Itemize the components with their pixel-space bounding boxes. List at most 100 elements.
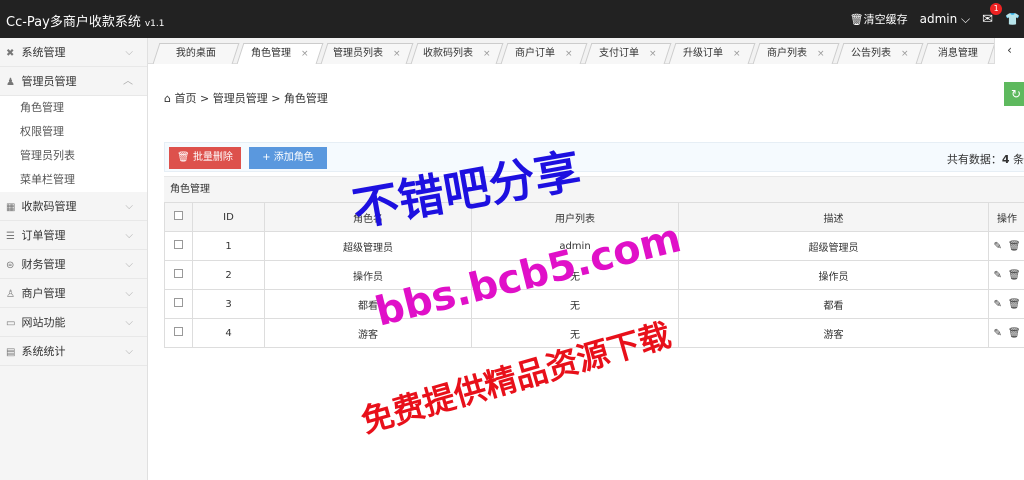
tab-roles[interactable]: 角色管理 × <box>236 43 324 64</box>
sidebar-item-stats[interactable]: ▤ 系统统计 ⌵ <box>0 337 147 366</box>
sidebar-item-site[interactable]: ▭ 网站功能 ⌵ <box>0 308 147 337</box>
edit-icon[interactable]: ✎ <box>993 241 1001 252</box>
brand[interactable]: Cc-Pay多商户收款系统 v1.1 <box>6 11 164 30</box>
edit-icon[interactable]: ✎ <box>993 270 1001 281</box>
refresh-button[interactable]: ↻ <box>1004 82 1024 106</box>
version-label: v1.1 <box>144 19 165 29</box>
tab-label: 管理员列表 <box>333 48 384 59</box>
sidebar-item-label: 财务管理 <box>21 258 66 271</box>
edit-icon[interactable]: ✎ <box>993 328 1001 339</box>
sidebar-item-label: 商户管理 <box>21 287 66 300</box>
chevron-down-icon: ⌵ <box>961 11 971 26</box>
chevron-up-icon: ︿ <box>123 76 133 87</box>
chevron-down-icon: ⌵ <box>125 346 133 357</box>
sidebar-item-label: 管理员管理 <box>21 75 77 88</box>
row-checkbox[interactable] <box>174 269 183 278</box>
cell-role-name: 都看 <box>264 289 472 319</box>
top-navbar: Cc-Pay多商户收款系统 v1.1 🗑清空缓存 admin ⌵ ✉ 1 👕 <box>0 0 1024 38</box>
add-role-label: 添加角色 <box>273 152 314 163</box>
wrench-icon: ✖ <box>6 48 15 59</box>
clear-cache-button[interactable]: 🗑清空缓存 <box>850 11 908 27</box>
header-role-name: 角色名 <box>264 202 472 232</box>
breadcrumb-roles: 角色管理 <box>283 92 328 105</box>
tab-desktop[interactable]: 我的桌面 <box>152 43 240 64</box>
tab-scroll-left[interactable]: ‹ <box>994 38 1024 64</box>
tab-admin-list[interactable]: 管理员列表 × <box>320 43 414 64</box>
cell-actions: ✎ 🗑 <box>988 260 1024 290</box>
tab-bar: 我的桌面 角色管理 × 管理员列表 × 收款码列表 × 商户订单 × 支付订单 × 升级订… <box>148 38 1024 64</box>
chevron-down-icon: ⌵ <box>125 201 133 212</box>
sidebar-item-label: 网站功能 <box>21 316 66 329</box>
add-role-button[interactable]: + 添加角色 <box>249 147 327 169</box>
plus-icon: + <box>262 152 271 163</box>
cell-id: 3 <box>192 289 265 319</box>
user-menu[interactable]: admin ⌵ <box>920 12 971 27</box>
cell-description: 都看 <box>678 289 989 319</box>
cell-role-name: 超级管理员 <box>264 231 472 261</box>
row-checkbox[interactable] <box>174 240 183 249</box>
chevron-down-icon: ⌵ <box>125 230 133 241</box>
total-number: 4 <box>1001 153 1010 166</box>
tab-label: 商户列表 <box>767 48 808 59</box>
chevron-down-icon: ⌵ <box>125 288 133 299</box>
sidebar-subitem-admin-list[interactable]: 管理员列表 <box>0 144 147 168</box>
close-icon[interactable]: × <box>733 49 741 59</box>
close-icon[interactable]: × <box>483 49 491 59</box>
batch-delete-button[interactable]: 🗑 批量删除 <box>169 147 241 169</box>
header-user-list: 用户列表 <box>471 202 679 232</box>
breadcrumb-admin[interactable]: 管理员管理 <box>213 92 268 105</box>
trash-icon[interactable]: 🗑 <box>1008 270 1021 281</box>
table-header-row: ID 角色名 用户列表 描述 操作 <box>164 202 1024 232</box>
close-icon[interactable]: × <box>901 49 909 59</box>
chevron-left-icon: ‹ <box>1007 43 1012 57</box>
close-icon[interactable]: × <box>649 49 657 59</box>
cell-actions: ✎ 🗑 <box>988 231 1024 261</box>
table-row: 2 操作员 无 操作员 ✎ 🗑 <box>164 260 1024 290</box>
username: admin <box>919 11 958 26</box>
sidebar-subitem-permissions[interactable]: 权限管理 <box>0 120 147 144</box>
row-checkbox[interactable] <box>174 298 183 307</box>
trash-icon[interactable]: 🗑 <box>1008 299 1021 310</box>
tab-messages[interactable]: 消息管理 <box>920 43 996 64</box>
list-icon: ☰ <box>6 231 15 242</box>
tab-notice-list[interactable]: 公告列表 × <box>836 43 924 64</box>
sidebar-item-system[interactable]: ✖ 系统管理 ⌵ <box>0 38 147 67</box>
close-icon[interactable]: × <box>301 49 309 59</box>
tab-pay-orders[interactable]: 支付订单 × <box>584 43 672 64</box>
breadcrumb: ⌂ 首页 > 管理员管理 > 角色管理 <box>164 90 328 106</box>
sidebar-subitem-roles[interactable]: 角色管理 <box>0 96 147 120</box>
tab-merchant-orders[interactable]: 商户订单 × <box>500 43 588 64</box>
sidebar-item-orders[interactable]: ☰ 订单管理 ⌵ <box>0 221 147 250</box>
tab-merchant-list[interactable]: 商户列表 × <box>752 43 840 64</box>
edit-icon[interactable]: ✎ <box>993 299 1001 310</box>
header-id: ID <box>192 202 265 232</box>
tab-label: 收款码列表 <box>423 48 474 59</box>
tab-qrcode-list[interactable]: 收款码列表 × <box>410 43 504 64</box>
close-icon[interactable]: × <box>393 49 401 59</box>
cell-actions: ✎ 🗑 <box>988 289 1024 319</box>
close-icon[interactable]: × <box>565 49 573 59</box>
sidebar-item-merchants[interactable]: ♙ 商户管理 ⌵ <box>0 279 147 308</box>
sidebar-item-admin[interactable]: ♟ 管理员管理 ︿ <box>0 67 147 96</box>
sidebar-item-finance[interactable]: ⊜ 财务管理 ⌵ <box>0 250 147 279</box>
select-all-checkbox[interactable] <box>174 211 183 220</box>
breadcrumb-home[interactable]: 首页 <box>174 92 196 105</box>
cell-description: 超级管理员 <box>678 231 989 261</box>
trash-icon[interactable]: 🗑 <box>1008 328 1021 339</box>
row-select-cell <box>164 260 193 290</box>
message-button[interactable]: ✉ 1 <box>982 2 1003 27</box>
roles-table: ID 角色名 用户列表 描述 操作 1 超级管理员 admin 超级管理员 ✎ 🗑… <box>164 202 1024 348</box>
tab-label: 角色管理 <box>251 48 292 59</box>
close-icon[interactable]: × <box>817 49 825 59</box>
tab-upgrade-orders[interactable]: 升级订单 × <box>668 43 756 64</box>
table-row: 4 游客 无 游客 ✎ 🗑 <box>164 318 1024 348</box>
row-checkbox[interactable] <box>174 327 183 336</box>
shirt-icon[interactable]: 👕 <box>1005 12 1020 26</box>
sidebar-item-qrcode[interactable]: ▦ 收款码管理 ⌵ <box>0 192 147 221</box>
sidebar-subitem-menu[interactable]: 菜单栏管理 <box>0 168 147 192</box>
cell-users: 无 <box>471 260 679 290</box>
trash-icon[interactable]: 🗑 <box>1008 241 1021 252</box>
admin-submenu: 角色管理 权限管理 管理员列表 菜单栏管理 <box>0 96 147 192</box>
cell-description: 游客 <box>678 318 989 348</box>
total-suffix: 条 <box>1009 153 1024 166</box>
